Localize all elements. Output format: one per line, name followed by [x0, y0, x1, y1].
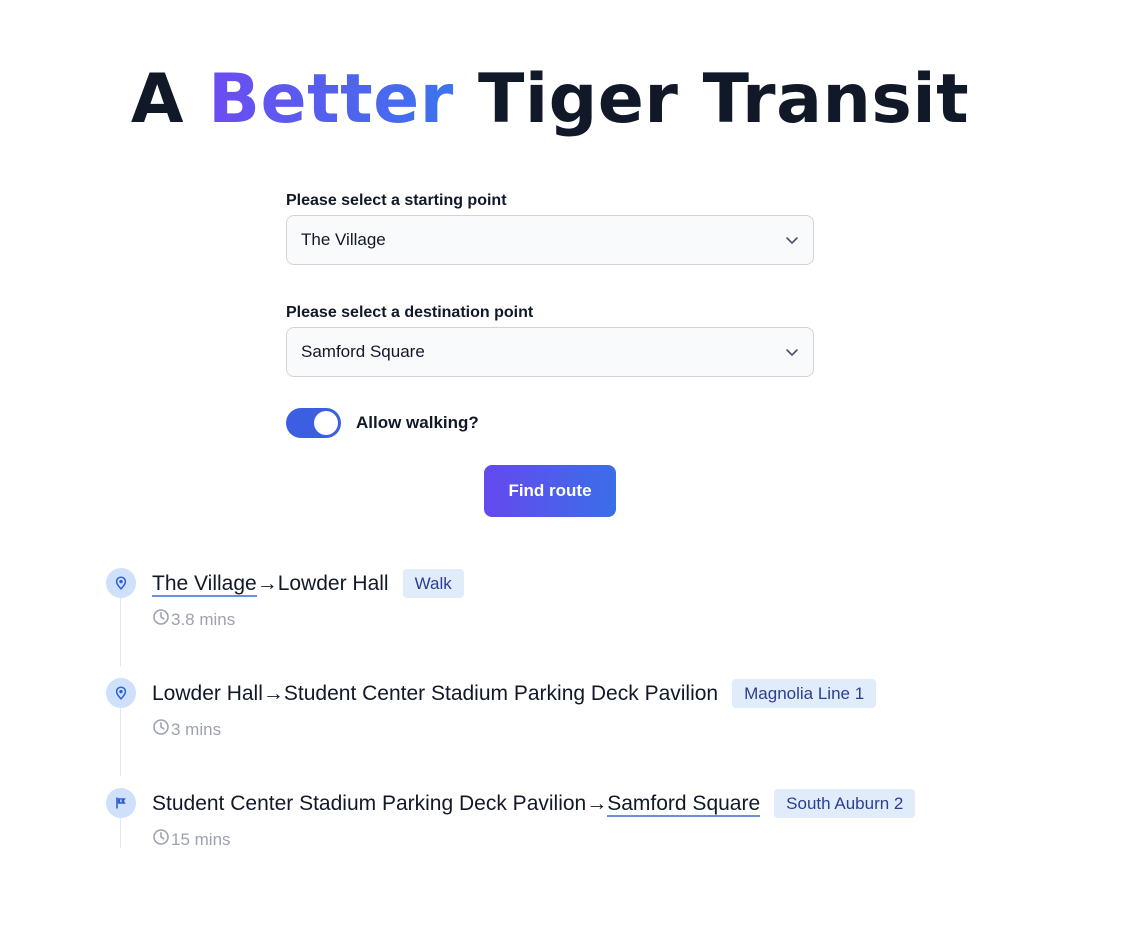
clock-icon: [152, 828, 171, 851]
timeline-line: [120, 818, 121, 848]
title-prefix: A: [130, 60, 209, 139]
step-title: The Village→Lowder Hall: [152, 571, 389, 597]
step-from: Lowder Hall: [152, 681, 263, 705]
step-duration: 3.8 mins: [152, 608, 464, 631]
flag-icon: [106, 788, 136, 818]
step-duration-text: 3 mins: [171, 719, 222, 739]
route-form: Please select a starting point The Villa…: [286, 190, 814, 439]
chevron-down-icon: [785, 233, 799, 247]
step-title: Lowder Hall→Student Center Stadium Parki…: [152, 682, 718, 706]
destination-select-value: Samford Square: [301, 342, 425, 361]
step-duration: 15 mins: [152, 828, 915, 851]
mode-badge: Walk: [402, 569, 464, 598]
map-pin-icon: [106, 678, 136, 708]
walking-toggle[interactable]: [286, 408, 341, 438]
title-accent: Better: [208, 60, 454, 139]
clock-icon: [152, 718, 171, 741]
step-arrow: →: [262, 681, 284, 705]
start-select-value: The Village: [301, 230, 386, 249]
step-duration-text: 15 mins: [171, 829, 231, 849]
step-from-link[interactable]: The Village: [152, 571, 257, 597]
step-to: Lowder Hall: [277, 571, 389, 595]
step-to: Student Center Stadium Parking Deck Pavi…: [283, 681, 719, 705]
mode-badge: Magnolia Line 1: [732, 679, 877, 708]
clock-icon: [152, 608, 171, 631]
timeline-line: [120, 598, 121, 666]
step-title: Student Center Stadium Parking Deck Pavi…: [152, 791, 761, 817]
find-route-button[interactable]: Find route: [484, 465, 616, 517]
walking-toggle-row: Allow walking?: [286, 407, 814, 439]
map-pin-icon: [106, 568, 136, 598]
toggle-knob: [314, 411, 338, 435]
page-title: A Better Tiger Transit: [0, 66, 1100, 134]
step-duration-text: 3.8 mins: [171, 609, 236, 629]
timeline-line: [120, 708, 121, 776]
start-label: Please select a starting point: [286, 192, 507, 209]
step-arrow: →: [256, 571, 278, 595]
step-arrow: →: [586, 791, 608, 815]
mode-badge: South Auburn 2: [774, 789, 916, 818]
title-suffix: Tiger Transit: [453, 60, 970, 139]
destination-label: Please select a destination point: [286, 304, 534, 321]
walking-toggle-label: Allow walking?: [356, 413, 479, 432]
chevron-down-icon: [785, 345, 799, 359]
destination-select[interactable]: Samford Square: [286, 327, 814, 377]
step-from: Student Center Stadium Parking Deck Pavi…: [152, 791, 587, 815]
step-to-link[interactable]: Samford Square: [607, 791, 761, 817]
step-duration: 3 mins: [152, 718, 876, 741]
start-select[interactable]: The Village: [286, 215, 814, 265]
